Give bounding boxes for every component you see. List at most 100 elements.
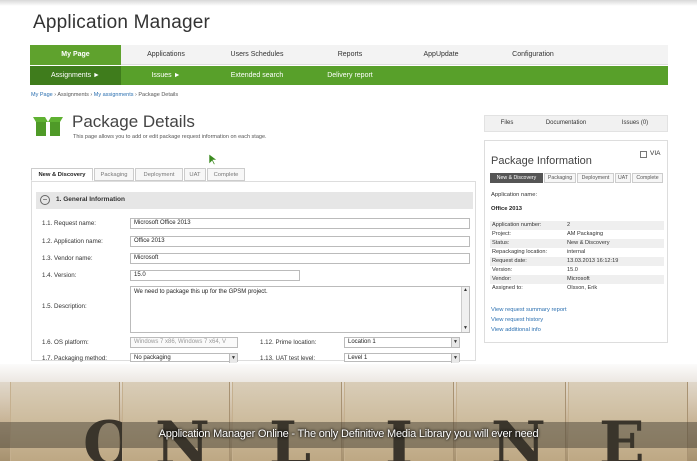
subnav-assignments[interactable]: Assignments ► xyxy=(30,66,121,85)
info-key: Repackaging location: xyxy=(492,249,548,255)
info-value: Olsson, Erik xyxy=(567,285,598,291)
info-value: New & Discovery xyxy=(567,240,610,246)
prime-location-value: Location 1 xyxy=(348,339,376,345)
subnav-issues[interactable]: Issues ► xyxy=(121,66,211,85)
description-text: We need to package this up for the GPSM … xyxy=(134,289,268,295)
breadcrumb: My Page › Assignments › My assignments ›… xyxy=(31,92,178,98)
top-shadow xyxy=(0,0,697,6)
info-row: Vendor: Microsoft xyxy=(490,275,664,284)
app-window: Application Manager My Page Applications… xyxy=(0,0,697,461)
version-input[interactable]: 15.0 xyxy=(130,270,300,281)
application-name-input[interactable]: Office 2013 xyxy=(130,236,470,247)
description-textarea[interactable]: We need to package this up for the GPSM … xyxy=(130,286,470,333)
package-icon xyxy=(33,117,63,136)
dropdown-arrow-icon[interactable]: ▼ xyxy=(451,354,459,363)
nav-applications[interactable]: Applications xyxy=(121,45,211,65)
os-platform-input[interactable]: Windows 7 x86, Windows 7 x64, V xyxy=(130,337,238,348)
breadcrumb-separator: › xyxy=(54,92,57,98)
info-row: Version: 15.0 xyxy=(490,266,664,275)
mouse-cursor-icon xyxy=(209,154,218,165)
scroll-up-icon[interactable]: ▲ xyxy=(462,287,469,294)
view-summary-report-link[interactable]: View request summary report xyxy=(491,307,567,313)
nav-my-page[interactable]: My Page xyxy=(30,45,121,65)
nav-configuration[interactable]: Configuration xyxy=(485,45,581,65)
info-value: 2 xyxy=(567,222,571,228)
info-key: Application number: xyxy=(492,222,542,228)
uat-test-level-select[interactable]: Level 1 ▼ xyxy=(344,353,460,363)
tab-issues[interactable]: Issues (0) xyxy=(603,116,667,131)
info-key: Request date: xyxy=(492,258,527,264)
prime-location-label: 1.12. Prime location: xyxy=(260,339,317,346)
breadcrumb-separator: › xyxy=(90,92,93,98)
breadcrumb-separator: › xyxy=(135,92,137,98)
view-additional-info-link[interactable]: View additional info xyxy=(491,327,541,333)
info-tab-new-discovery[interactable]: New & Discovery xyxy=(490,173,543,183)
breadcrumb-package-details: Package Details xyxy=(138,92,179,98)
info-tab-uat[interactable]: UAT xyxy=(615,173,631,183)
uat-test-level-value: Level 1 xyxy=(348,355,368,361)
tab-files[interactable]: Files xyxy=(485,116,529,131)
info-value: Microsoft xyxy=(567,276,590,282)
version-label: 1.4. Version: xyxy=(42,272,77,279)
application-name-label: 1.2. Application name: xyxy=(42,238,103,245)
info-key: Status: xyxy=(492,240,510,246)
promo-banner: O N L I N E Application Manager Online -… xyxy=(0,364,697,461)
info-key: Vendor: xyxy=(492,276,512,282)
tab-documentation[interactable]: Documentation xyxy=(529,116,603,131)
request-name-label: 1.1. Request name: xyxy=(42,220,97,227)
os-platform-label: 1.6. OS platform: xyxy=(42,339,89,346)
package-information-panel: Package Information VIA New & Discovery … xyxy=(484,140,668,343)
vendor-name-input[interactable]: Microsoft xyxy=(130,253,470,264)
tab-deployment[interactable]: Deployment xyxy=(135,168,183,181)
request-name-input[interactable]: Microsoft Office 2013 xyxy=(130,218,470,229)
page-title: Package Details xyxy=(72,112,195,131)
info-tab-complete[interactable]: Complete xyxy=(632,173,663,183)
info-row: Request date: 13.03.2013 16:12:19 xyxy=(490,257,664,266)
tab-new-discovery[interactable]: New & Discovery xyxy=(31,168,93,181)
packaging-method-select[interactable]: No packaging ▼ xyxy=(130,353,238,363)
top-navigation: My Page Applications Users Schedules Rep… xyxy=(30,45,668,65)
info-row: Repackaging location: internal xyxy=(490,248,664,257)
nav-users-schedules[interactable]: Users Schedules xyxy=(211,45,303,65)
dropdown-arrow-icon[interactable]: ▼ xyxy=(451,338,459,347)
info-tab-deployment[interactable]: Deployment xyxy=(577,173,614,183)
breadcrumb-assignments: Assignments xyxy=(57,92,89,98)
info-title: Package Information xyxy=(491,155,592,167)
subnav-extended-search[interactable]: Extended search xyxy=(211,66,303,85)
form-panel: − 1. General Information 1.1. Request na… xyxy=(31,181,476,363)
breadcrumb-my-page[interactable]: My Page xyxy=(31,92,53,98)
via-checkbox[interactable] xyxy=(640,151,647,158)
info-key: Project: xyxy=(492,231,511,237)
info-value: 13.03.2013 16:12:19 xyxy=(567,258,619,264)
tab-uat[interactable]: UAT xyxy=(184,168,206,181)
info-row: Assigned to: Olsson, Erik xyxy=(490,284,664,293)
description-label: 1.5. Description: xyxy=(42,303,87,310)
tab-complete[interactable]: Complete xyxy=(207,168,245,181)
sub-navigation: Assignments ► Issues ► Extended search D… xyxy=(30,66,668,85)
section-header[interactable]: − 1. General Information xyxy=(36,192,473,209)
via-label: VIA xyxy=(650,150,661,157)
info-value: AM Packaging xyxy=(567,231,604,237)
description-scrollbar[interactable]: ▲ ▼ xyxy=(461,287,469,332)
tab-packaging[interactable]: Packaging xyxy=(94,168,134,181)
info-value: 15.0 xyxy=(567,267,578,273)
section-title: 1. General Information xyxy=(56,196,125,203)
side-tabs: Files Documentation Issues (0) xyxy=(484,115,668,132)
collapse-icon[interactable]: − xyxy=(40,195,50,205)
packaging-method-label: 1.7. Packaging method: xyxy=(42,355,108,362)
dropdown-arrow-icon[interactable]: ▼ xyxy=(229,354,237,363)
info-value: internal xyxy=(567,249,586,255)
nav-reports[interactable]: Reports xyxy=(303,45,397,65)
view-request-history-link[interactable]: View request history xyxy=(491,317,543,323)
info-tab-packaging[interactable]: Packaging xyxy=(544,173,576,183)
subnav-delivery-report[interactable]: Delivery report xyxy=(303,66,397,85)
info-application-name: Office 2013 xyxy=(491,206,522,212)
breadcrumb-my-assignments[interactable]: My assignments xyxy=(94,92,134,98)
app-title: Application Manager xyxy=(33,12,211,33)
nav-appupdate[interactable]: AppUpdate xyxy=(397,45,485,65)
scroll-down-icon[interactable]: ▼ xyxy=(462,325,469,332)
prime-location-select[interactable]: Location 1 ▼ xyxy=(344,337,460,348)
info-row: Project: AM Packaging xyxy=(490,230,664,239)
vendor-name-label: 1.3. Vendor name: xyxy=(42,255,93,262)
info-key: Version: xyxy=(492,267,513,273)
